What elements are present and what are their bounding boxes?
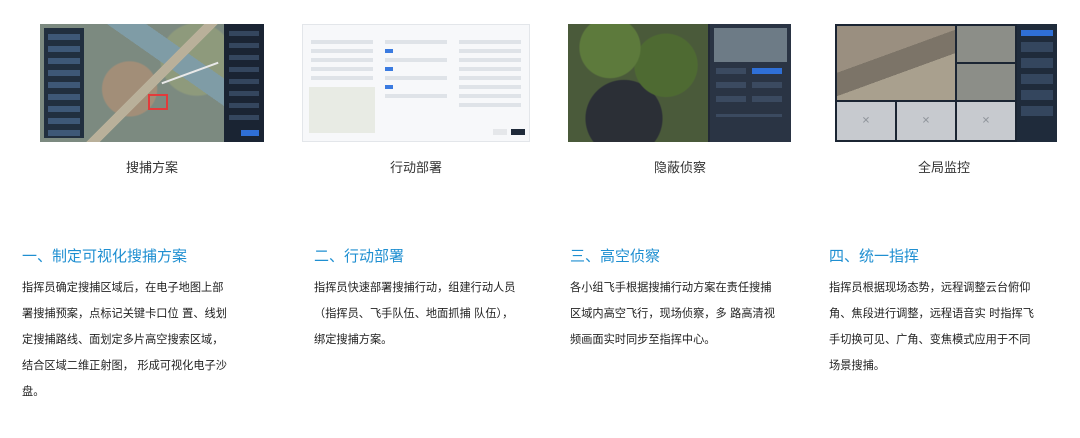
- thumbnail-caption: 隐蔽侦察: [653, 161, 706, 176]
- description-line: 结合区域二维正射图， 形成可视化电子沙: [22, 359, 227, 372]
- thumbnail-caption: 行动部署: [389, 161, 442, 176]
- section-title: 二、行动部署: [314, 247, 405, 265]
- drone-video-image: [568, 24, 708, 142]
- description-line: 指挥员根据现场态势，远程调整云台俯仰: [829, 281, 1031, 294]
- section-search-plan: 一、制定可视化搜捕方案 指挥员确定搜捕区域后，在电子地图上部 署搜捕预案，点标记…: [22, 247, 262, 405]
- checkpoint-marker: [148, 94, 168, 110]
- empty-feed-slot: ✕: [957, 102, 1015, 140]
- close-icon: ✕: [981, 115, 991, 127]
- close-icon: ✕: [921, 115, 931, 127]
- search-plan-thumbnail[interactable]: [40, 24, 264, 142]
- description-line: （指挥员、飞手队伍、地面抓捕 队伍），: [314, 307, 514, 320]
- section-description: 指挥员确定搜捕区域后，在电子地图上部 署搜捕预案，点标记关键卡口位 置、线划 定…: [22, 275, 262, 405]
- description-line: 区域内高空飞行，现场侦察，多 路高清视: [570, 307, 775, 320]
- description-line: 定搜捕路线、面划定多片高空搜索区域，: [22, 333, 224, 346]
- video-feed-image: [957, 64, 1015, 100]
- description-line: 绑定搜捕方案。: [314, 333, 393, 346]
- confirm-button-icon: [241, 130, 259, 136]
- video-control-panel: [710, 24, 791, 142]
- section-aerial-recon: 三、高空侦察 各小组飞手根据搜捕行动方案在责任搜捕 区域内高空飞行，现场侦察，多…: [570, 247, 810, 353]
- plan-side-panel: [44, 28, 84, 138]
- section-description: 指挥员根据现场态势，远程调整云台俯仰 角、焦段进行调整，远程语音实 时指挥飞 手…: [829, 275, 1069, 379]
- team-column: [383, 35, 449, 135]
- description-line: 场景搜捕。: [829, 359, 885, 372]
- empty-feed-slot: ✕: [897, 102, 955, 140]
- ok-button-icon: [511, 129, 525, 135]
- monitor-side-panel: [1017, 24, 1057, 142]
- member-column: [457, 35, 523, 135]
- recon-thumbnail[interactable]: [568, 24, 791, 142]
- description-line: 指挥员确定搜捕区域后，在电子地图上部: [22, 281, 224, 294]
- main-video-image: [837, 26, 955, 100]
- mini-map-image: [714, 28, 787, 62]
- monitor-thumbnail[interactable]: ✕ ✕ ✕: [835, 24, 1057, 142]
- description-line: 指挥员快速部署搜捕行动，组建行动人员: [314, 281, 516, 294]
- close-icon: ✕: [861, 115, 871, 127]
- section-title: 四、统一指挥: [829, 247, 920, 265]
- section-title: 三、高空侦察: [570, 247, 661, 265]
- thumbnail-caption: 搜捕方案: [125, 161, 178, 176]
- section-deployment: 二、行动部署 指挥员快速部署搜捕行动，组建行动人员 （指挥员、飞手队伍、地面抓捕…: [314, 247, 554, 353]
- description-line: 各小组飞手根据搜捕行动方案在责任搜捕: [570, 281, 772, 294]
- empty-feed-slot: ✕: [837, 102, 895, 140]
- video-feed-image: [957, 26, 1015, 62]
- thumbnail-caption: 全局监控: [917, 161, 970, 176]
- description-line: 署搜捕预案，点标记关键卡口位 置、线划: [22, 307, 227, 320]
- description-line: 角、焦段进行调整，远程语音实 时指挥飞: [829, 307, 1034, 320]
- deployment-thumbnail[interactable]: [302, 24, 530, 142]
- description-line: 手切换可见、广角、变焦模式应用于不同: [829, 333, 1031, 346]
- section-title: 一、制定可视化搜捕方案: [22, 247, 188, 265]
- mini-map-image: [309, 87, 375, 133]
- section-description: 指挥员快速部署搜捕行动，组建行动人员 （指挥员、飞手队伍、地面抓捕 队伍）， 绑…: [314, 275, 554, 353]
- section-description: 各小组飞手根据搜捕行动方案在责任搜捕 区域内高空飞行，现场侦察，多 路高清视 频…: [570, 275, 810, 353]
- section-unified-command: 四、统一指挥 指挥员根据现场态势，远程调整云台俯仰 角、焦段进行调整，远程语音实…: [829, 247, 1069, 379]
- cancel-button-icon: [493, 129, 507, 135]
- description-line: 盘。: [22, 385, 45, 398]
- layer-panel: [224, 24, 264, 142]
- description-line: 频画面实时同步至指挥中心。: [570, 333, 716, 346]
